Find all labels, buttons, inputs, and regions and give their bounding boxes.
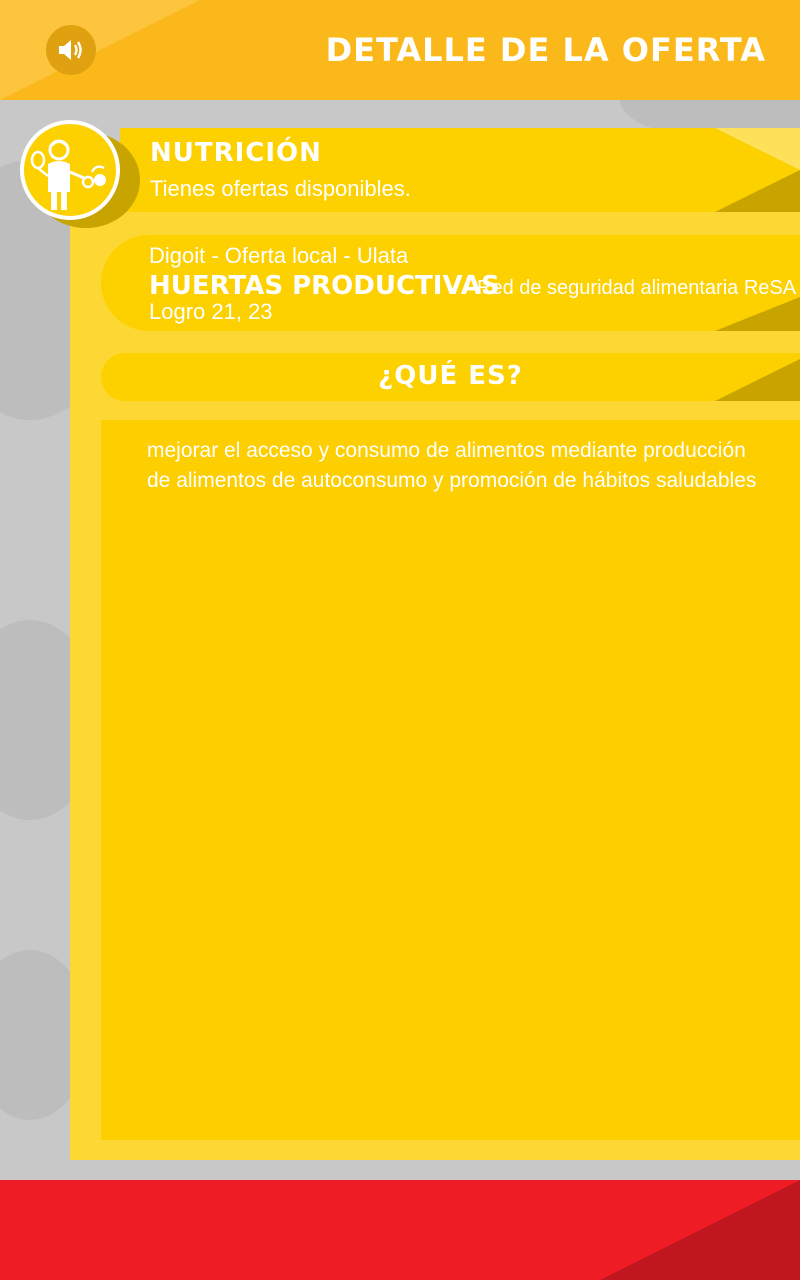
description-box: mejorar el acceso y consumo de alimentos…: [101, 420, 800, 1140]
category-bar: NUTRICIÓN Tienes ofertas disponibles.: [120, 128, 800, 212]
offer-provider: Digoit - Oferta local - Ulata: [149, 243, 409, 268]
section-header: ¿QUÉ ES?: [101, 353, 800, 401]
person-with-food-icon: [30, 139, 106, 210]
offer-achievement: Logro 21, 23: [149, 299, 273, 324]
corner-decoration: [715, 297, 800, 331]
offer-card[interactable]: Digoit - Oferta local - Ulata HUERTAS PR…: [101, 235, 800, 331]
description-line: de alimentos de autoconsumo y promoción …: [147, 469, 757, 492]
corner-decoration: [715, 170, 800, 212]
section-title: ¿QUÉ ES?: [378, 361, 523, 391]
corner-decoration: [715, 128, 800, 170]
category-avatar: [20, 120, 120, 220]
category-title: NUTRICIÓN: [150, 138, 322, 168]
sound-button[interactable]: [46, 25, 96, 75]
offer-program: Red de seguridad alimentaria ReSA: [477, 277, 797, 299]
app-header: DETALLE DE LA OFERTA: [0, 0, 800, 100]
category-subtitle: Tienes ofertas disponibles.: [150, 176, 411, 201]
page-title: DETALLE DE LA OFERTA: [325, 31, 766, 69]
speaker-icon: [59, 40, 82, 60]
app-footer: [0, 1180, 800, 1280]
description-line: mejorar el acceso y consumo de alimentos…: [147, 439, 746, 462]
description-text: mejorar el acceso y consumo de alimentos…: [147, 436, 767, 496]
offer-name: HUERTAS PRODUCTIVAS: [149, 271, 500, 301]
